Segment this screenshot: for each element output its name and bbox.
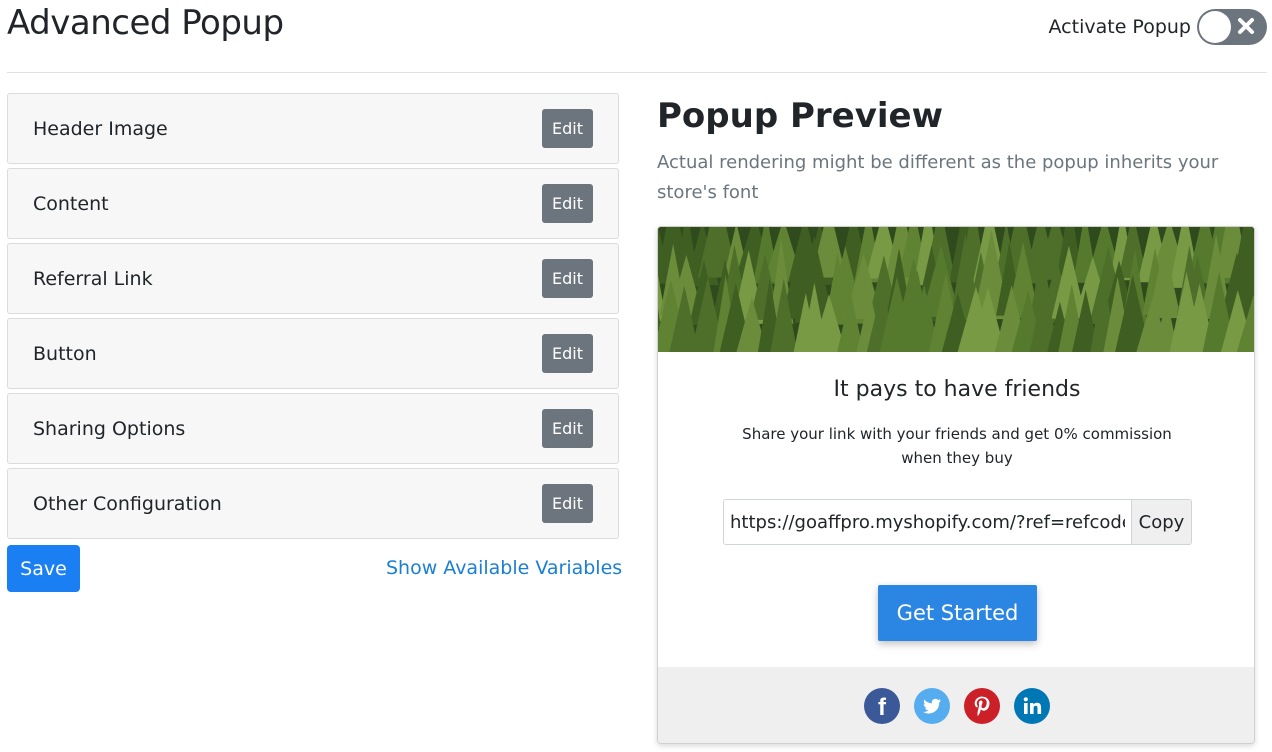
section-label: Header Image (33, 117, 168, 140)
page-title: Advanced Popup (7, 3, 284, 43)
twitter-icon[interactable] (914, 688, 950, 724)
section-header-image: Header Image Edit (7, 93, 619, 164)
header-image (658, 227, 1254, 352)
share-bar: f (658, 667, 1254, 743)
preview-title: Popup Preview (657, 96, 944, 136)
edit-button-button[interactable]: Edit (542, 334, 593, 373)
close-icon (1238, 18, 1254, 34)
toggle-knob (1199, 11, 1231, 43)
section-label: Sharing Options (33, 417, 186, 440)
section-label: Content (33, 192, 109, 215)
section-label: Referral Link (33, 267, 153, 290)
header-divider (7, 72, 1267, 73)
section-other-configuration: Other Configuration Edit (7, 468, 619, 539)
section-label: Other Configuration (33, 492, 222, 515)
copy-button[interactable]: Copy (1131, 500, 1191, 544)
popup-text: Share your link with your friends and ge… (742, 425, 1172, 467)
get-started-button[interactable]: Get Started (878, 585, 1037, 641)
section-list: Header Image Edit Content Edit Referral … (7, 93, 619, 543)
referral-link-field: Copy (723, 499, 1192, 545)
section-button: Button Edit (7, 318, 619, 389)
show-variables-link[interactable]: Show Available Variables (386, 557, 622, 579)
linkedin-icon[interactable] (1014, 688, 1050, 724)
activate-popup-label: Activate Popup (1048, 16, 1191, 38)
edit-content-button[interactable]: Edit (542, 184, 593, 223)
forest-image (658, 227, 1254, 352)
section-label: Button (33, 342, 97, 365)
activate-popup-toggle[interactable] (1197, 9, 1267, 45)
save-button[interactable]: Save (7, 545, 80, 592)
svg-text:f: f (878, 694, 887, 721)
activate-popup-control: Activate Popup (1049, 9, 1267, 45)
section-content: Content Edit (7, 168, 619, 239)
section-referral-link: Referral Link Edit (7, 243, 619, 314)
referral-link-input[interactable] (724, 500, 1131, 544)
popup-preview: It pays to have friends Share your link … (657, 226, 1255, 744)
pinterest-icon[interactable] (964, 688, 1000, 724)
edit-sharing-options-button[interactable]: Edit (542, 409, 593, 448)
facebook-icon[interactable]: f (864, 688, 900, 724)
edit-other-configuration-button[interactable]: Edit (542, 484, 593, 523)
edit-referral-link-button[interactable]: Edit (542, 259, 593, 298)
preview-note: Actual rendering might be different as t… (657, 152, 1219, 203)
edit-header-image-button[interactable]: Edit (542, 109, 593, 148)
popup-heading: It pays to have friends (833, 377, 1081, 402)
section-sharing-options: Sharing Options Edit (7, 393, 619, 464)
